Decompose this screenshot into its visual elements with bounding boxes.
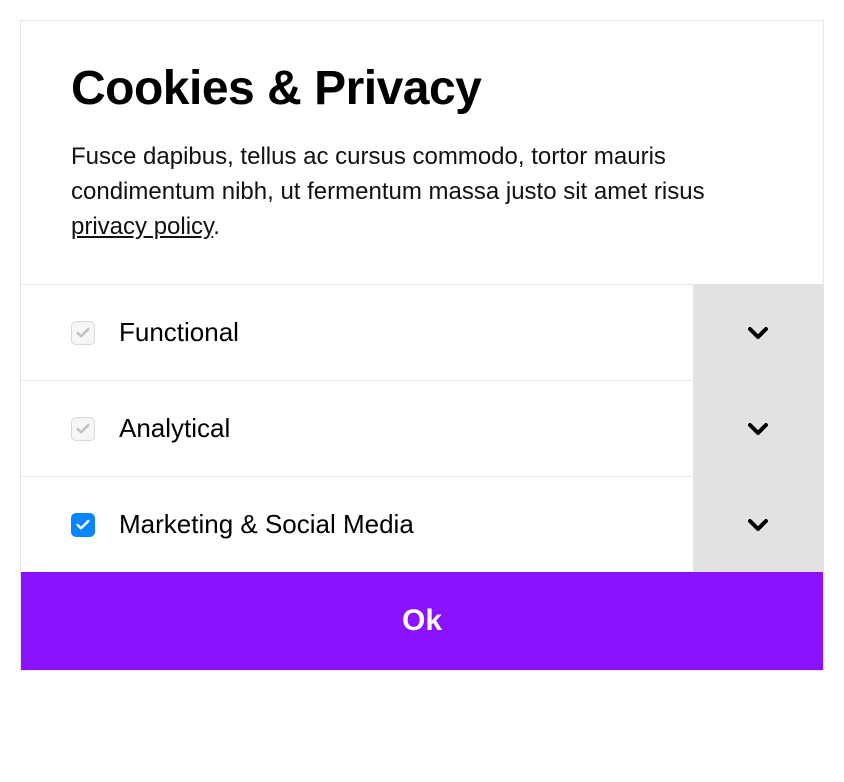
checkbox-analytical bbox=[71, 417, 95, 441]
checkbox-functional bbox=[71, 321, 95, 345]
category-marketing: Marketing & Social Media bbox=[21, 477, 823, 572]
ok-button[interactable]: Ok bbox=[21, 572, 823, 670]
category-label: Functional bbox=[119, 317, 239, 348]
category-analytical: Analytical bbox=[21, 381, 823, 477]
category-list: Functional Analytical Marketin bbox=[21, 284, 823, 572]
privacy-policy-link[interactable]: privacy policy bbox=[71, 213, 213, 240]
category-label: Analytical bbox=[119, 413, 230, 444]
category-row: Functional bbox=[21, 285, 693, 380]
expand-analytical-button[interactable] bbox=[693, 381, 823, 476]
modal-header: Cookies & Privacy Fusce dapibus, tellus … bbox=[21, 21, 823, 284]
chevron-down-icon bbox=[742, 413, 774, 445]
modal-description: Fusce dapibus, tellus ac cursus commodo,… bbox=[71, 140, 773, 244]
category-row: Analytical bbox=[21, 381, 693, 476]
check-icon bbox=[75, 325, 91, 341]
expand-functional-button[interactable] bbox=[693, 285, 823, 380]
category-row: Marketing & Social Media bbox=[21, 477, 693, 572]
chevron-down-icon bbox=[742, 509, 774, 541]
category-functional: Functional bbox=[21, 285, 823, 381]
chevron-down-icon bbox=[742, 317, 774, 349]
checkbox-marketing[interactable] bbox=[71, 513, 95, 537]
modal-title: Cookies & Privacy bbox=[71, 61, 773, 116]
cookie-privacy-modal: Cookies & Privacy Fusce dapibus, tellus … bbox=[20, 20, 824, 671]
check-icon bbox=[75, 421, 91, 437]
check-icon bbox=[75, 517, 91, 533]
category-label: Marketing & Social Media bbox=[119, 509, 414, 540]
expand-marketing-button[interactable] bbox=[693, 477, 823, 572]
description-text: Fusce dapibus, tellus ac cursus commodo,… bbox=[71, 143, 705, 205]
description-suffix: . bbox=[213, 213, 220, 240]
